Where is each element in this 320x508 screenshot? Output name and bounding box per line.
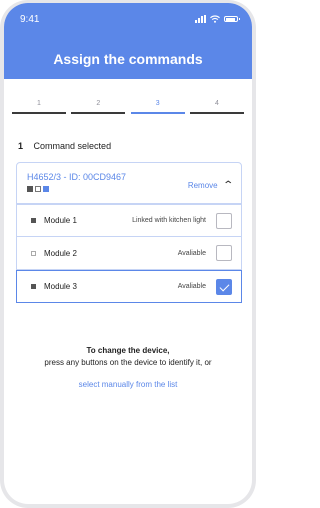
remove-button[interactable]: Remove ⌃ — [187, 180, 234, 191]
module-indicator-selected-icon — [43, 186, 49, 192]
step-3[interactable]: 3 — [130, 100, 185, 114]
module-indicator-empty-icon — [35, 186, 41, 192]
chevron-up-icon[interactable]: ⌃ — [222, 180, 234, 191]
module-bullet-icon — [31, 218, 36, 223]
module-bullet-icon — [31, 250, 36, 256]
step-number: 1 — [37, 100, 41, 107]
remove-label: Remove — [187, 181, 218, 190]
module-bullet-icon — [31, 284, 36, 289]
help-body: press any buttons on the device to ident… — [44, 358, 212, 367]
app-header: 9:41 Assign the commands — [4, 3, 252, 79]
step-bar — [189, 112, 244, 114]
step-bar — [12, 112, 66, 114]
module-checkbox[interactable] — [216, 278, 232, 295]
step-bar — [130, 112, 185, 114]
selection-summary: 1 Command selected — [18, 141, 252, 151]
module-indicator-filled-icon — [27, 186, 33, 192]
selection-count: 1 — [18, 141, 24, 151]
module-checkbox[interactable] — [216, 212, 232, 229]
battery-icon — [224, 16, 240, 22]
status-icons — [195, 15, 240, 23]
module-status: Avaliable — [177, 249, 206, 257]
phone-frame: 9:41 Assign the commands 1 2 3 4 1 Comma… — [0, 0, 256, 508]
module-row-1[interactable]: Module 1 Linked with kitchen light — [16, 204, 242, 237]
module-status: Linked with kitchen light — [132, 217, 206, 224]
module-name: Module 3 — [44, 282, 77, 291]
signal-icon — [195, 15, 206, 23]
module-checkbox[interactable] — [216, 245, 232, 261]
step-number: 2 — [96, 100, 101, 107]
module-status: Avaliable — [177, 283, 206, 290]
step-bar — [71, 112, 126, 114]
stepper: 1 2 3 4 — [4, 100, 252, 114]
page-title: Assign the commands — [53, 51, 203, 67]
step-number: 4 — [215, 100, 219, 107]
module-name: Module 2 — [44, 248, 77, 258]
step-4[interactable]: 4 — [189, 100, 244, 114]
status-bar: 9:41 — [4, 3, 252, 27]
module-name: Module 1 — [44, 216, 77, 225]
module-row-2[interactable]: Module 2 Avaliable — [16, 237, 242, 270]
module-row-3[interactable]: Module 3 Avaliable — [16, 270, 242, 303]
device-card[interactable]: H4652/3 - ID: 00CD9467 Remove ⌃ — [16, 162, 242, 204]
select-manually-link[interactable]: select manually from the list — [4, 380, 252, 389]
selection-label: Command selected — [33, 141, 112, 151]
screen: 9:41 Assign the commands 1 2 3 4 1 Comma… — [4, 3, 252, 504]
wifi-icon — [210, 15, 220, 23]
step-2[interactable]: 2 — [71, 100, 126, 114]
step-1[interactable]: 1 — [12, 100, 66, 114]
help-title: To change the device, — [86, 346, 170, 355]
step-number: 3 — [155, 100, 160, 107]
help-text: To change the device, press any buttons … — [4, 346, 252, 389]
status-time: 9:41 — [20, 13, 40, 25]
